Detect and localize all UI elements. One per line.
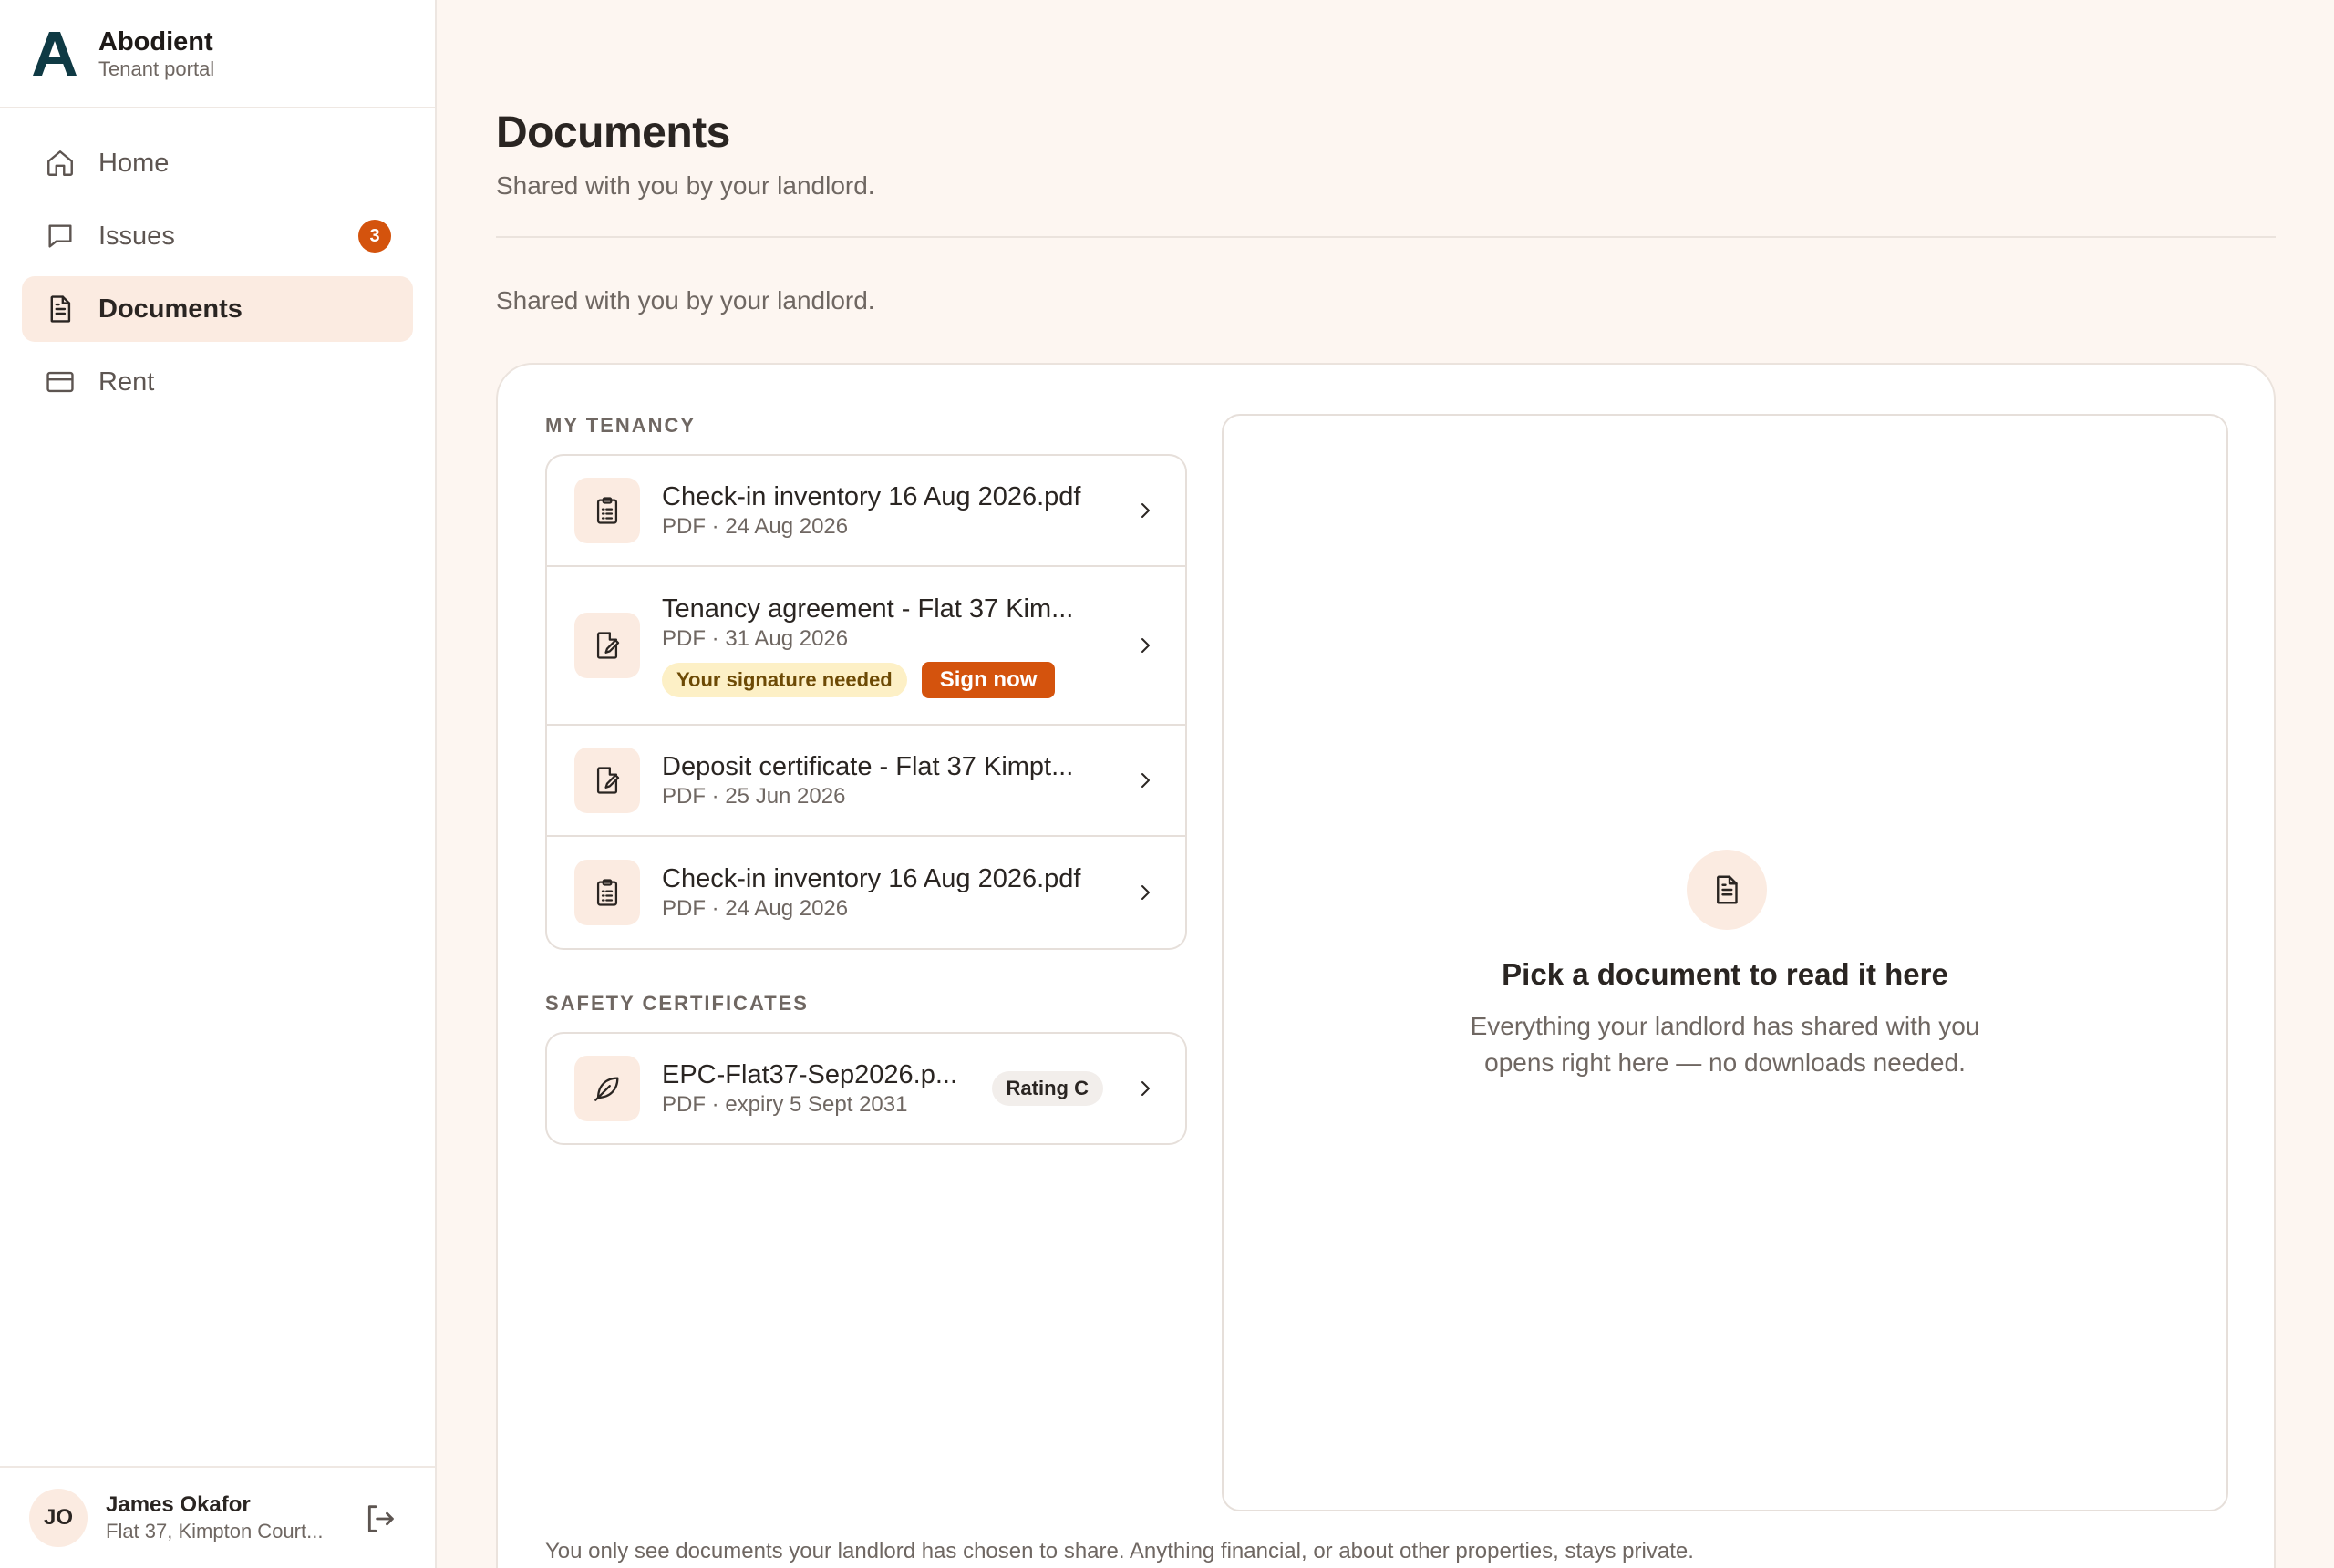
- viewer-empty-text: Everything your landlord has shared with…: [1224, 1008, 2226, 1081]
- doc-meta: PDF · expiry 5 Sept 2031: [662, 1092, 908, 1117]
- doc-text: Deposit certificate - Flat 37 Kimpt... P…: [662, 750, 1185, 810]
- sidebar: Abodient Tenant portal Home Issues 3 Doc…: [0, 0, 437, 1568]
- doc-title: Tenancy agreement - Flat 37 Kim...: [662, 594, 1074, 624]
- doc-meta: PDF · 25 Jun 2026: [662, 784, 846, 809]
- doc-title: Check-in inventory 16 Aug 2026.pdf: [662, 482, 1081, 511]
- epc-rating-badge: Rating C: [991, 1071, 1103, 1106]
- home-icon: [44, 147, 77, 180]
- viewer-empty-line-1: Everything your landlord has shared with…: [1470, 1012, 1980, 1040]
- sidebar-item-documents[interactable]: Documents: [22, 276, 413, 342]
- doc-row-tenancy-agreement[interactable]: Tenancy agreement - Flat 37 Kim... PDF ·…: [547, 567, 1185, 726]
- documents-panel: MY TENANCY Check-in inventory 16 Aug 202…: [496, 363, 2276, 1568]
- clipboard-icon: [574, 478, 640, 543]
- section-label-tenancy: MY TENANCY: [545, 414, 697, 437]
- chevron-right-icon: [1141, 773, 1150, 788]
- signature-doc-icon: [574, 748, 640, 813]
- sign-now-button[interactable]: Sign now: [921, 662, 1056, 698]
- chevron-right-icon: [1141, 503, 1150, 518]
- sidebar-item-label: Documents: [98, 294, 243, 324]
- doc-title: Check-in inventory 16 Aug 2026.pdf: [662, 864, 1081, 893]
- doc-meta: PDF · 24 Aug 2026: [662, 514, 849, 539]
- user-name: James Okafor: [106, 1492, 251, 1517]
- doc-row-checkin-inventory-2[interactable]: Check-in inventory 16 Aug 2026.pdf PDF ·…: [547, 837, 1185, 948]
- clipboard-icon: [574, 860, 640, 925]
- message-icon: [44, 220, 77, 253]
- user-profile: JO James Okafor Flat 37, Kimpton Court..…: [0, 1466, 435, 1568]
- avatar: JO: [29, 1489, 88, 1547]
- page-subtitle: Shared with you by your landlord.: [496, 171, 875, 200]
- privacy-footnote: You only see documents your landlord has…: [545, 1539, 1694, 1563]
- viewer-empty-title: Pick a document to read it here: [1502, 957, 1948, 991]
- brand-name: Abodient: [98, 26, 213, 57]
- doc-title: Deposit certificate - Flat 37 Kimpt...: [662, 752, 1074, 781]
- safety-doc-list: EPC-Flat37-Sep2026.p... PDF · expiry 5 S…: [545, 1032, 1187, 1145]
- doc-meta: PDF · 31 Aug 2026: [662, 626, 849, 651]
- doc-text: Check-in inventory 16 Aug 2026.pdf PDF ·…: [662, 862, 1185, 923]
- chevron-right-icon: [1141, 1081, 1150, 1096]
- doc-text: EPC-Flat37-Sep2026.p... PDF · expiry 5 S…: [662, 1058, 1185, 1119]
- sidebar-item-label: Home: [98, 148, 170, 178]
- logout-icon[interactable]: [362, 1501, 398, 1537]
- doc-row-deposit-certificate[interactable]: Deposit certificate - Flat 37 Kimpt... P…: [547, 726, 1185, 837]
- brand-text: Abodient Tenant portal: [98, 26, 214, 81]
- doc-status-row: Your signature needed Sign now: [662, 662, 1185, 698]
- doc-meta: PDF · 24 Aug 2026: [662, 896, 849, 921]
- abodient-logo-icon: [29, 28, 80, 79]
- chevron-right-icon: [1141, 885, 1150, 900]
- sidebar-item-label: Issues: [98, 221, 175, 251]
- chevron-right-icon: [1141, 638, 1150, 653]
- tenancy-doc-list: Check-in inventory 16 Aug 2026.pdf PDF ·…: [545, 454, 1187, 950]
- sidebar-item-home[interactable]: Home: [22, 130, 413, 196]
- doc-row-checkin-inventory[interactable]: Check-in inventory 16 Aug 2026.pdf PDF ·…: [547, 456, 1185, 567]
- credit-card-icon: [44, 366, 77, 398]
- brand-subtitle: Tenant portal: [98, 57, 215, 80]
- user-address: Flat 37, Kimpton Court...: [106, 1520, 324, 1542]
- document-icon: [1687, 850, 1767, 930]
- header-divider: [496, 236, 2276, 238]
- section-label-safety: SAFETY CERTIFICATES: [545, 992, 809, 1015]
- viewer-empty-line-2: opens right here — no downloads needed.: [1484, 1048, 1966, 1077]
- document-viewer: Pick a document to read it here Everythi…: [1222, 414, 2228, 1511]
- leaf-icon: [574, 1056, 640, 1121]
- sidebar-item-issues[interactable]: Issues 3: [22, 203, 413, 269]
- signature-doc-icon: [574, 613, 640, 678]
- doc-row-epc[interactable]: EPC-Flat37-Sep2026.p... PDF · expiry 5 S…: [547, 1034, 1185, 1143]
- document-icon: [44, 293, 77, 325]
- sidebar-item-label: Rent: [98, 366, 155, 397]
- page-title: Documents: [496, 108, 730, 157]
- doc-title: EPC-Flat37-Sep2026.p...: [662, 1060, 958, 1089]
- page-description: Shared with you by your landlord.: [496, 286, 875, 315]
- signature-needed-badge: Your signature needed: [662, 663, 907, 697]
- issues-count-badge: 3: [358, 220, 391, 253]
- doc-text: Check-in inventory 16 Aug 2026.pdf PDF ·…: [662, 480, 1185, 541]
- brand-header[interactable]: Abodient Tenant portal: [0, 0, 435, 108]
- doc-text: Tenancy agreement - Flat 37 Kim... PDF ·…: [662, 593, 1185, 698]
- sidebar-item-rent[interactable]: Rent: [22, 349, 413, 415]
- user-info: James Okafor Flat 37, Kimpton Court...: [106, 1491, 345, 1544]
- sidebar-nav: Home Issues 3 Documents Rent: [0, 108, 435, 415]
